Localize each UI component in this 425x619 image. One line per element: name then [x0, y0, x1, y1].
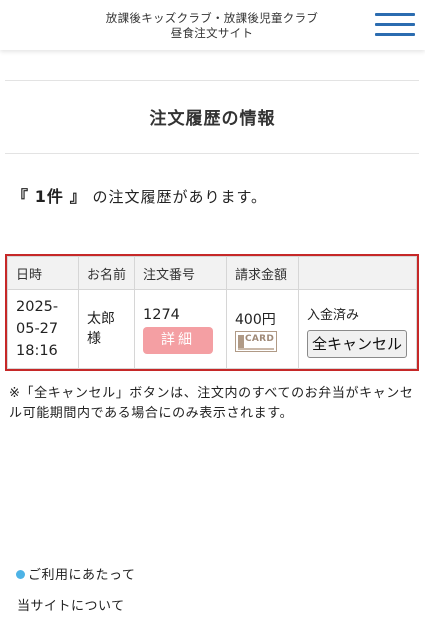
actions-cell: 入金済み 全キャンセル: [298, 289, 417, 369]
customer-name: 太郎 様: [78, 289, 135, 369]
site-title-line2: 昼食注文サイト: [170, 26, 254, 40]
page-title: 注文履歴の情報: [149, 109, 276, 129]
header-datetime: 日時: [7, 256, 79, 290]
header-amount: 請求金額: [226, 256, 299, 290]
amount-cell: 400円 CARD: [226, 289, 299, 369]
menu-bar: [375, 13, 415, 16]
cancel-all-button[interactable]: 全キャンセル: [307, 330, 408, 358]
card-payment-label: CARD: [245, 333, 275, 344]
table-header-row: 日時 お名前 注文番号 請求金額: [7, 256, 417, 290]
customer-honorific: 様: [87, 331, 101, 347]
card-stripe: [238, 347, 274, 350]
detail-button[interactable]: 詳細: [143, 326, 213, 354]
header-name: お名前: [78, 256, 135, 290]
customer-given-name: 太郎: [87, 311, 115, 327]
order-count-summary: 『 1件 』 の注文履歴があります。: [12, 183, 267, 207]
footer-link-terms-label: ご利用にあたって: [28, 568, 136, 583]
site-title-line1: 放課後キッズクラブ・放課後児童クラブ: [105, 11, 319, 25]
footer-link-about[interactable]: 当サイトについて: [17, 595, 125, 614]
close-bracket: 』: [69, 187, 87, 206]
blue-dot-icon: [16, 570, 25, 579]
order-count: 1件: [34, 187, 64, 206]
hamburger-menu-icon[interactable]: [375, 11, 415, 39]
header-actions: [298, 256, 417, 290]
menu-bar: [375, 33, 415, 36]
payment-status: 入金済み: [307, 308, 360, 323]
order-amount: 400円: [235, 311, 276, 328]
order-number: 1274: [143, 306, 180, 323]
order-number-cell: 1274 詳細: [134, 289, 227, 369]
table-row: 2025- 05-27 18:16 太郎 様 1274 詳細 400円 CARD: [7, 289, 417, 369]
menu-bar: [375, 23, 415, 26]
divider: [5, 80, 419, 81]
header-order-number: 注文番号: [134, 256, 227, 290]
divider: [5, 153, 419, 154]
order-history-table: 日時 お名前 注文番号 請求金額 2025- 05-27 18:16 太郎 様: [5, 254, 419, 371]
order-date-line1: 2025-: [16, 299, 59, 315]
order-date-line2: 05-27: [16, 321, 59, 337]
site-title[interactable]: 放課後キッズクラブ・放課後児童クラブ 昼食注文サイト: [92, 11, 332, 41]
summary-text: の注文履歴があります。: [92, 188, 268, 206]
order-datetime: 2025- 05-27 18:16: [7, 289, 79, 369]
open-bracket: 『: [12, 187, 30, 206]
cancel-note: ※「全キャンセル」ボタンは、注文内のすべてのお弁当がキャンセル可能期間内である場…: [9, 386, 414, 421]
site-header: 放課後キッズクラブ・放課後児童クラブ 昼食注文サイト: [0, 0, 425, 50]
card-payment-icon: CARD: [235, 330, 277, 352]
order-time: 18:16: [16, 343, 58, 359]
card-chip: [238, 334, 244, 348]
footer-link-terms[interactable]: ご利用にあたって: [16, 564, 135, 583]
